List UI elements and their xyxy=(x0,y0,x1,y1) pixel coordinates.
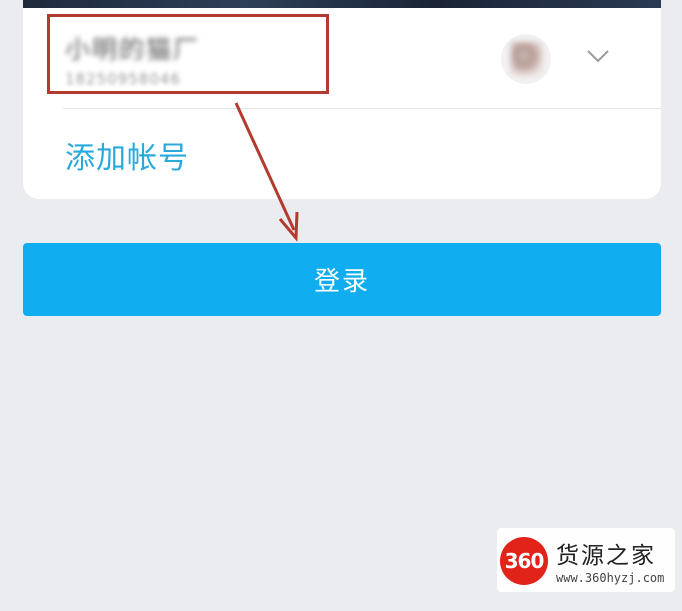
avatar-image xyxy=(511,42,543,76)
avatar xyxy=(501,34,551,84)
add-account-link[interactable]: 添加帐号 xyxy=(65,133,189,177)
watermark: 360 货源之家 www.360hyzj.com xyxy=(497,528,675,592)
watermark-title: 货源之家 xyxy=(556,543,656,569)
watermark-url: www.360hyzj.com xyxy=(556,571,665,585)
account-row[interactable]: 小明的猫厂 18250958046 xyxy=(23,8,661,108)
chevron-down-icon[interactable] xyxy=(586,48,610,64)
divider xyxy=(63,108,661,109)
account-name: 小明的猫厂 xyxy=(65,35,201,64)
account-list-card: 小明的猫厂 18250958046 添加帐号 xyxy=(23,0,661,199)
login-button[interactable]: 登录 xyxy=(23,243,661,316)
account-number: 18250958046 xyxy=(65,70,181,88)
watermark-logo: 360 xyxy=(500,537,548,585)
header-background-strip xyxy=(23,0,661,8)
